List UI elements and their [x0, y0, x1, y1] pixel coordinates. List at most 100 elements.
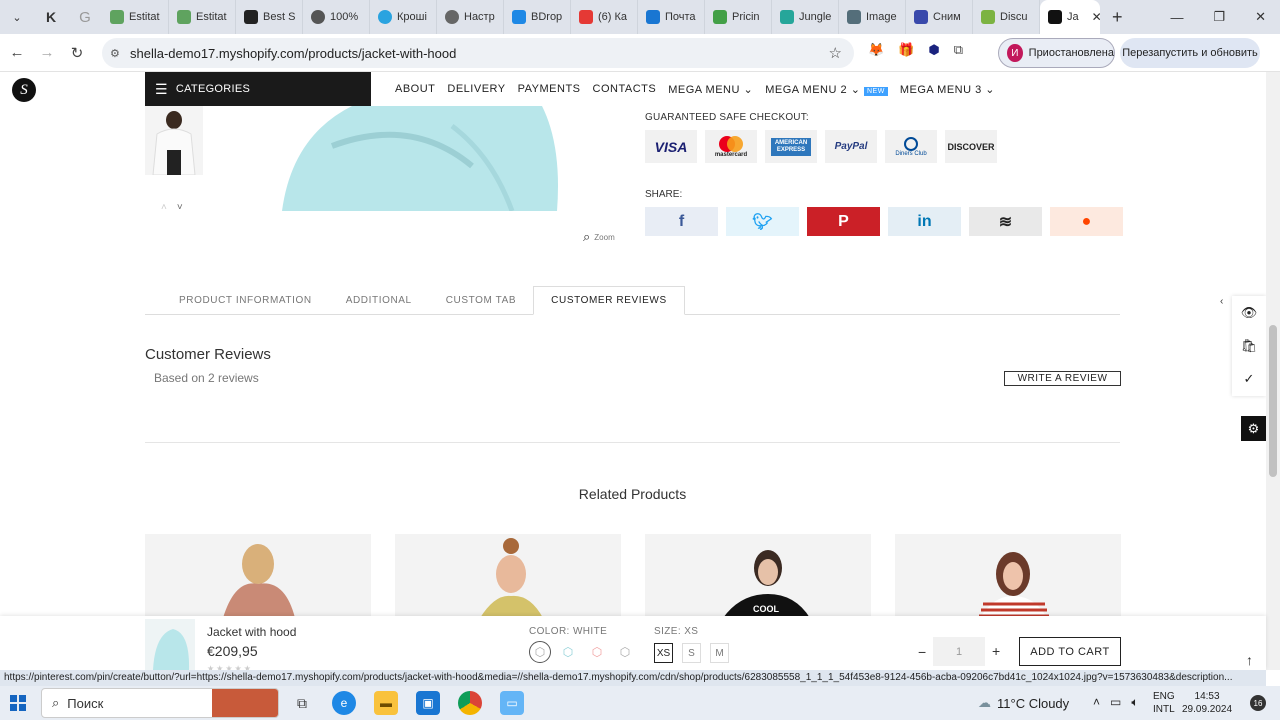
- close-tab-icon[interactable]: ✕: [1092, 10, 1100, 24]
- browser-tab[interactable]: BDrop: [504, 0, 571, 34]
- quantity-decrease-button[interactable]: −: [918, 644, 926, 660]
- related-product-card[interactable]: [895, 534, 1121, 618]
- back-icon[interactable]: ←: [2, 44, 32, 61]
- browser-tab[interactable]: (6) Ка: [571, 0, 638, 34]
- site-logo[interactable]: S: [12, 78, 36, 102]
- new-tab-icon[interactable]: +: [1112, 7, 1123, 28]
- browser-tab[interactable]: Кроші: [370, 0, 437, 34]
- edge-icon[interactable]: e: [332, 691, 356, 715]
- close-window-icon[interactable]: ✕: [1255, 9, 1266, 25]
- buffer-icon[interactable]: ≋: [969, 207, 1042, 236]
- scroll-to-top-icon[interactable]: ↑: [1246, 652, 1253, 668]
- zoom-button[interactable]: ⌕ Zoom: [583, 229, 615, 245]
- browser-tab[interactable]: Best S: [236, 0, 303, 34]
- restart-update-button[interactable]: Перезапустить и обновить: [1120, 38, 1260, 68]
- browser-tab[interactable]: Estitat: [102, 0, 169, 34]
- color-swatch-grey[interactable]: ⬡: [614, 641, 636, 663]
- browser-tab[interactable]: 100%: [303, 0, 370, 34]
- reddit-icon[interactable]: ●: [1050, 207, 1123, 236]
- url-field[interactable]: ⚙ shella-demo17.myshopify.com/products/j…: [102, 38, 854, 68]
- browser-tab[interactable]: Jungle: [772, 0, 839, 34]
- categories-button[interactable]: ☰ CATEGORIES: [145, 72, 371, 106]
- color-swatch-blue[interactable]: ⬡: [557, 641, 579, 663]
- menu-item-mega-menu[interactable]: MEGA MENU ⌄: [668, 83, 753, 96]
- pinned-tab-g[interactable]: G: [68, 9, 102, 26]
- weather-widget[interactable]: ☁ 11°C Cloudy: [978, 695, 1069, 711]
- product-image: COOL: [645, 534, 871, 618]
- browser-tab[interactable]: Настр: [437, 0, 504, 34]
- gallery-thumbnail[interactable]: [145, 106, 203, 175]
- task-view-icon[interactable]: ⧉: [290, 691, 314, 715]
- taskbar-search[interactable]: ⌕ Поиск: [41, 688, 279, 718]
- related-product-card[interactable]: [145, 534, 371, 618]
- quantity-input[interactable]: 1: [933, 637, 985, 666]
- quantity-increase-button[interactable]: +: [992, 643, 1000, 659]
- tab-product-information[interactable]: PRODUCT INFORMATION: [145, 286, 329, 315]
- color-swatch-pink[interactable]: ⬡: [586, 641, 608, 663]
- size-option-s[interactable]: S: [682, 643, 701, 663]
- browser-tab-active[interactable]: Ja ✕: [1040, 0, 1100, 34]
- menu-item-about[interactable]: ABOUT: [395, 83, 435, 95]
- chrome-icon[interactable]: [458, 691, 482, 715]
- remote-desktop-icon[interactable]: ▭: [500, 691, 524, 715]
- extensions-puzzle-icon[interactable]: ⧉: [954, 42, 963, 58]
- minimize-icon[interactable]: —: [1170, 10, 1183, 25]
- clock[interactable]: 14:53 29.09.2024: [1182, 690, 1232, 716]
- tab-additional[interactable]: ADDITIONAL: [329, 286, 429, 315]
- menu-item-contacts[interactable]: CONTACTS: [593, 83, 657, 95]
- bookmark-star-icon[interactable]: ☆: [829, 44, 842, 62]
- divider: [145, 442, 1120, 443]
- side-panel-toggle-icon[interactable]: ‹: [1220, 296, 1223, 307]
- menu-item-mega-menu-3[interactable]: MEGA MENU 3 ⌄: [900, 83, 995, 96]
- browser-tab[interactable]: Почта: [638, 0, 705, 34]
- tab-customer-reviews[interactable]: CUSTOMER REVIEWS: [533, 286, 685, 315]
- related-product-card[interactable]: COOL: [645, 534, 871, 618]
- add-to-cart-button[interactable]: ADD TO CART: [1019, 637, 1121, 666]
- browser-tab[interactable]: Discu: [973, 0, 1040, 34]
- browser-tab[interactable]: Image: [839, 0, 906, 34]
- battery-icon[interactable]: ▭: [1110, 695, 1121, 710]
- eye-icon[interactable]: 👁︎: [1241, 305, 1258, 321]
- tab-list-chevron-icon[interactable]: ⌄: [0, 11, 34, 24]
- size-option-m[interactable]: M: [710, 643, 729, 663]
- metamask-icon[interactable]: 🦊: [868, 42, 884, 58]
- chevron-up-icon[interactable]: ˄: [161, 202, 167, 213]
- menu-item-mega-menu-2[interactable]: MEGA MENU 2 ⌄ NEW: [765, 83, 888, 96]
- checkmark-icon[interactable]: ✓: [1244, 371, 1255, 387]
- notifications-badge[interactable]: 16: [1250, 695, 1266, 711]
- extension-icon[interactable]: ⬢: [928, 42, 939, 58]
- size-label: SIZE: XS: [654, 626, 699, 637]
- pinterest-icon[interactable]: P: [807, 207, 880, 236]
- language-indicator[interactable]: ENG INTL: [1153, 690, 1175, 716]
- linkedin-icon[interactable]: in: [888, 207, 961, 236]
- color-swatch-white[interactable]: ⬡: [529, 641, 551, 663]
- related-product-card[interactable]: [395, 534, 621, 618]
- forward-icon[interactable]: →: [32, 44, 62, 61]
- windows-start-icon[interactable]: [0, 695, 36, 711]
- reload-icon[interactable]: ↻: [62, 44, 92, 62]
- menu-item-payments[interactable]: PAYMENTS: [518, 83, 581, 95]
- tray-chevron-up-icon[interactable]: ˄: [1093, 695, 1100, 710]
- volume-icon[interactable]: 🔈︎: [1131, 695, 1138, 710]
- file-explorer-icon[interactable]: ▬: [374, 691, 398, 715]
- settings-gear-icon[interactable]: ⚙: [1241, 416, 1266, 441]
- shopping-bag-icon[interactable]: 🛍︎: [1241, 338, 1258, 354]
- pinned-tab[interactable]: K: [34, 9, 68, 25]
- store-icon[interactable]: ▣: [416, 691, 440, 715]
- size-option-xs[interactable]: XS: [654, 643, 673, 663]
- twitter-icon[interactable]: 🐦︎: [726, 207, 799, 236]
- browser-tab[interactable]: Estitat: [169, 0, 236, 34]
- menu-item-delivery[interactable]: DELIVERY: [447, 83, 505, 95]
- scrollbar-thumb[interactable]: [1269, 325, 1277, 477]
- site-info-icon[interactable]: ⚙: [110, 47, 120, 60]
- browser-tab[interactable]: Pricin: [705, 0, 772, 34]
- tab-custom[interactable]: CUSTOM TAB: [429, 286, 533, 315]
- write-review-button[interactable]: WRITE A REVIEW: [1004, 371, 1121, 386]
- facebook-icon[interactable]: f: [645, 207, 718, 236]
- gift-extension-icon[interactable]: 🎁: [898, 42, 914, 58]
- restore-icon[interactable]: ❐: [1213, 9, 1225, 25]
- main-product-image[interactable]: [212, 106, 620, 211]
- browser-tab[interactable]: Сним: [906, 0, 973, 34]
- chevron-down-icon[interactable]: ˅: [177, 202, 183, 213]
- profile-button[interactable]: И Приостановлена: [998, 38, 1115, 68]
